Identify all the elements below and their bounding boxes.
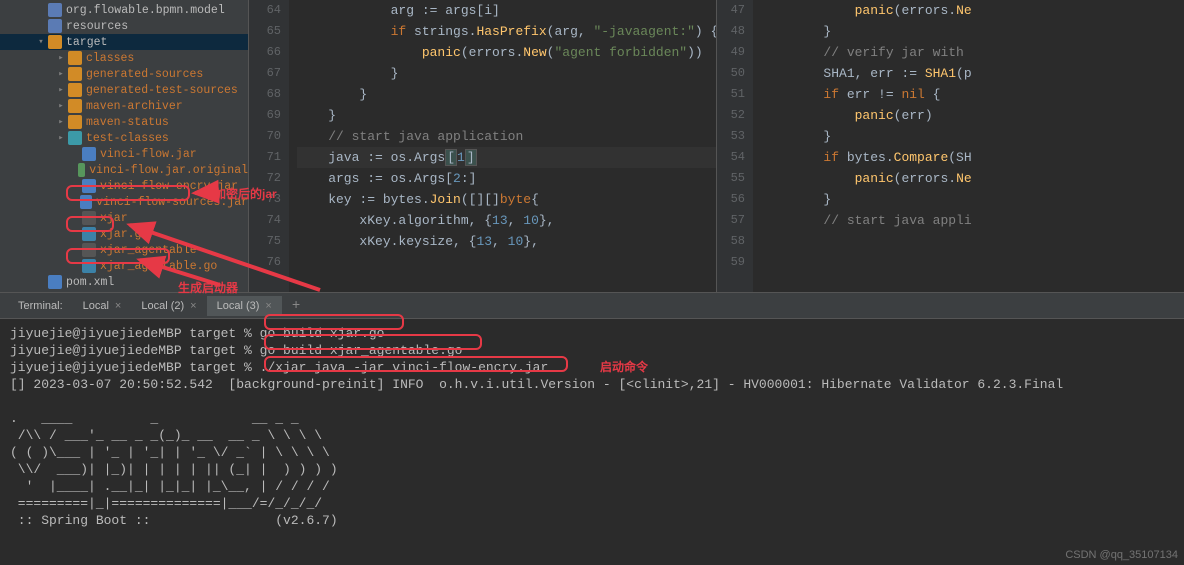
tree-label: maven-archiver — [86, 100, 183, 113]
file-go-icon — [82, 227, 96, 241]
terminal-panel: Terminal: Local×Local (2)×Local (3)× + j… — [0, 292, 1184, 565]
tree-item[interactable]: ▸ generated-test-sources — [0, 82, 248, 98]
tree-label: org.flowable.bpmn.model — [66, 4, 225, 17]
tree-item[interactable]: xjar — [0, 210, 248, 226]
file-jar-icon — [80, 195, 92, 209]
tree-item[interactable]: resources — [0, 18, 248, 34]
tree-item[interactable]: ▸ test-classes — [0, 130, 248, 146]
close-icon[interactable]: × — [115, 300, 121, 312]
tree-label: xjar_agentable — [100, 244, 197, 257]
folder-blue-icon — [48, 3, 62, 17]
tree-item[interactable]: vinci-flow-sources.jar — [0, 194, 248, 210]
chevron-icon: ▸ — [56, 69, 66, 79]
terminal-add-tab[interactable]: + — [284, 298, 308, 314]
tree-label: classes — [86, 52, 134, 65]
chevron-icon: ▸ — [56, 85, 66, 95]
tree-label: vinci-flow-sources.jar — [96, 196, 248, 209]
folder-orange-icon — [68, 83, 82, 97]
tree-item[interactable]: org.flowable.bpmn.model — [0, 2, 248, 18]
file-jar-icon — [82, 179, 96, 193]
file-go-icon — [82, 259, 96, 273]
terminal-tab[interactable]: Local (3)× — [207, 296, 282, 316]
tree-item[interactable]: ▸ maven-archiver — [0, 98, 248, 114]
tree-item[interactable]: vinci-flow.jar — [0, 146, 248, 162]
folder-orange-icon — [48, 35, 62, 49]
file-jar-icon — [82, 147, 96, 161]
tree-label: generated-sources — [86, 68, 203, 81]
folder-orange-icon — [68, 99, 82, 113]
tree-item[interactable]: xjar_agentable — [0, 242, 248, 258]
editor-left[interactable]: 64656667686970717273747576 arg := args[i… — [248, 0, 716, 292]
tree-label: xjar_agentable.go — [100, 260, 217, 273]
tree-item[interactable]: xjar.go — [0, 226, 248, 242]
tree-label: resources — [66, 20, 128, 33]
tree-label: test-classes — [86, 132, 169, 145]
terminal-tab[interactable]: Local× — [73, 296, 132, 316]
tree-item[interactable]: ▸ classes — [0, 50, 248, 66]
tree-label: xjar — [100, 212, 128, 225]
terminal-body[interactable]: jiyuejie@jiyuejiedeMBP target % go build… — [0, 319, 1184, 565]
tree-label: target — [66, 36, 107, 49]
tree-label: vinci-flow.jar — [100, 148, 197, 161]
tree-item[interactable]: ▾ target — [0, 34, 248, 50]
chevron-icon: ▸ — [56, 133, 66, 143]
file-doc-icon — [78, 163, 86, 177]
project-tree[interactable]: org.flowable.bpmn.model resources ▾ target… — [0, 0, 248, 292]
tree-item[interactable]: xjar_agentable.go — [0, 258, 248, 274]
tree-item[interactable]: pom.xml — [0, 274, 248, 290]
folder-orange-icon — [68, 51, 82, 65]
close-icon[interactable]: × — [265, 300, 271, 312]
folder-cyan-icon — [68, 131, 82, 145]
file-m-icon — [48, 275, 62, 289]
terminal-label: Terminal: — [10, 296, 71, 316]
chevron-icon: ▾ — [36, 37, 46, 47]
tree-label: xjar.go — [100, 228, 148, 241]
chevron-icon: ▸ — [56, 53, 66, 63]
tree-label: generated-test-sources — [86, 84, 238, 97]
terminal-tab[interactable]: Local (2)× — [131, 296, 206, 316]
tree-item[interactable]: ▸ maven-status — [0, 114, 248, 130]
tree-item[interactable]: vinci-flow.jar.original — [0, 162, 248, 178]
tree-item[interactable]: vinci-flow-encry.jar — [0, 178, 248, 194]
tree-label: vinci-flow-encry.jar — [100, 180, 238, 193]
chevron-icon: ▸ — [56, 101, 66, 111]
tree-label: maven-status — [86, 116, 169, 129]
tree-label: pom.xml — [66, 276, 114, 289]
file-dark-icon — [82, 243, 96, 257]
tree-label: vinci-flow.jar.original — [89, 164, 248, 177]
chevron-icon: ▸ — [56, 117, 66, 127]
editor-split: 64656667686970717273747576 arg := args[i… — [248, 0, 1184, 292]
editor-right[interactable]: 47484950515253545556575859 panic(errors.… — [716, 0, 1184, 292]
file-dark-icon — [82, 211, 96, 225]
tree-item[interactable]: ▸ generated-sources — [0, 66, 248, 82]
watermark: CSDN @qq_35107134 — [1065, 549, 1178, 561]
folder-orange-icon — [68, 115, 82, 129]
close-icon[interactable]: × — [190, 300, 196, 312]
folder-blue-icon — [48, 19, 62, 33]
terminal-tabs: Terminal: Local×Local (2)×Local (3)× + — [0, 293, 1184, 319]
folder-orange-icon — [68, 67, 82, 81]
